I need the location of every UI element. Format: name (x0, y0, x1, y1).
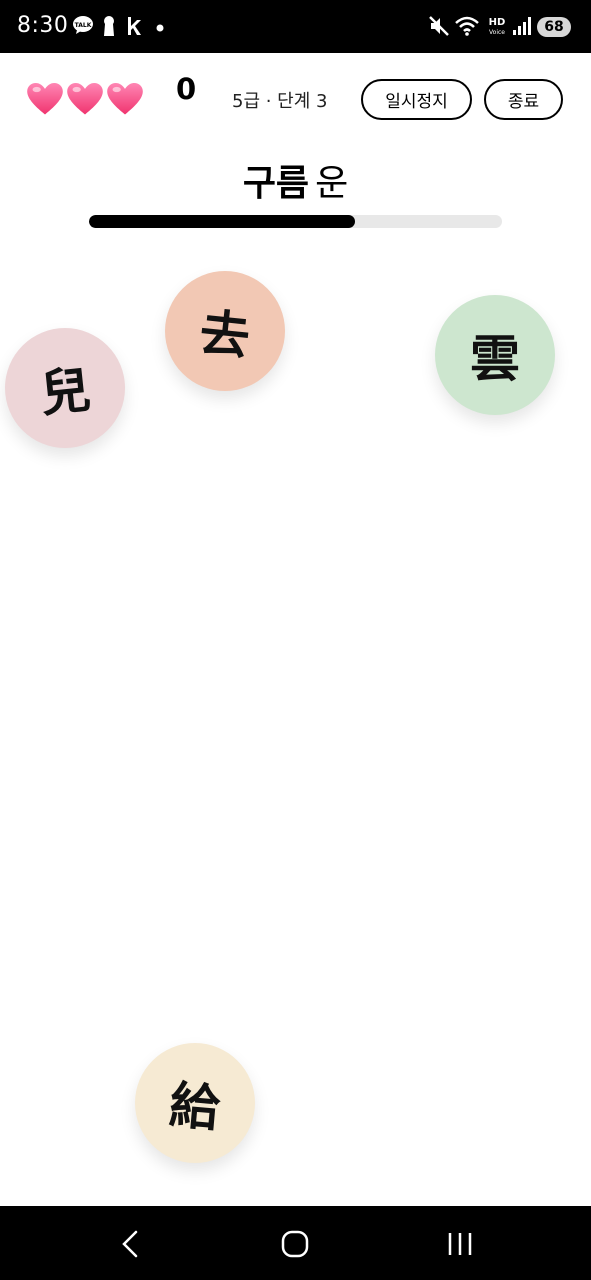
lives-indicator (26, 80, 144, 118)
target-prompt: 구름 운 (0, 154, 591, 206)
prompt-meaning: 구름 (242, 163, 310, 204)
hanja-char: 給 (167, 1075, 223, 1139)
score-value: 0 (176, 72, 197, 106)
hd-voice-icon: HD Voice (489, 17, 506, 36)
prompt-sound: 운 (315, 163, 349, 204)
wifi-icon (455, 16, 479, 36)
dot-icon (156, 24, 164, 32)
time-progress-fill (89, 215, 356, 228)
hanja-bubble-0[interactable]: 兒 (5, 328, 125, 448)
hanja-char: 去 (196, 303, 253, 367)
keyhole-icon (104, 16, 114, 36)
recents-icon[interactable] (440, 1228, 480, 1260)
k-app-icon (128, 17, 141, 35)
back-icon[interactable] (110, 1228, 150, 1260)
svg-text:Voice: Voice (489, 29, 505, 36)
pause-button[interactable]: 일시정지 (361, 79, 472, 120)
mute-icon (429, 16, 449, 36)
heart-icon (107, 82, 143, 115)
kakaotalk-icon: TALK (73, 16, 93, 34)
svg-text:HD: HD (489, 17, 506, 28)
home-icon[interactable] (275, 1228, 315, 1260)
level-label: 5급 · 단계 3 (232, 91, 328, 112)
status-bar: 8:30 TALK HD Voice 68 (0, 0, 591, 53)
battery-indicator: 68 (537, 17, 571, 37)
hanja-char: 雲 (470, 330, 520, 388)
heart-icon (67, 82, 103, 115)
status-time: 8:30 (17, 13, 69, 38)
time-progress-bar (89, 215, 502, 228)
hanja-bubble-2[interactable]: 雲 (435, 295, 555, 415)
signal-icon (513, 17, 531, 35)
hanja-char: 兒 (37, 360, 94, 424)
hanja-bubble-1[interactable]: 去 (165, 271, 285, 391)
quit-button[interactable]: 종료 (484, 79, 563, 120)
svg-text:TALK: TALK (75, 22, 92, 29)
hanja-bubble-3[interactable]: 給 (135, 1043, 255, 1163)
system-nav-bar (0, 1206, 591, 1280)
heart-icon (27, 82, 63, 115)
